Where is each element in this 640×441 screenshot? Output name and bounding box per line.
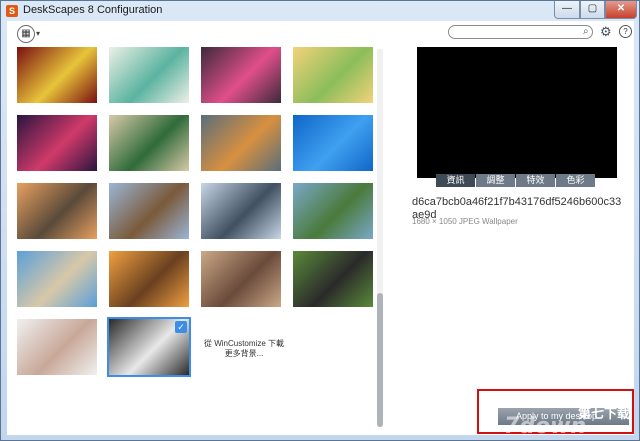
view-menu-icon[interactable]: ▦ bbox=[17, 25, 35, 43]
wallpaper-thumbnail[interactable]: ✓ bbox=[107, 317, 191, 377]
tab-adjust[interactable]: 調整 bbox=[476, 174, 515, 187]
tab-info[interactable]: 資訊 bbox=[436, 174, 475, 187]
wallpaper-thumbnail[interactable] bbox=[293, 47, 373, 103]
watermark-domain: 7down bbox=[504, 414, 587, 435]
wallpaper-thumbnail[interactable] bbox=[17, 115, 97, 171]
watermark-site: 第七下载 bbox=[578, 407, 631, 422]
window-title: DeskScapes 8 Configuration bbox=[23, 4, 163, 16]
wallpaper-thumbnail[interactable] bbox=[17, 47, 97, 103]
close-button[interactable]: ✕ bbox=[605, 1, 637, 19]
chevron-down-icon[interactable]: ▾ bbox=[36, 29, 40, 38]
title-bar: S DeskScapes 8 Configuration — ▢ ✕ bbox=[1, 1, 639, 21]
tab-effects[interactable]: 特效 bbox=[516, 174, 555, 187]
minimize-button[interactable]: — bbox=[554, 1, 580, 19]
wallpaper-thumbnail[interactable] bbox=[293, 251, 373, 307]
search-icon[interactable]: ⌕ bbox=[583, 26, 589, 37]
wallpaper-thumbnail[interactable] bbox=[201, 251, 281, 307]
wallpaper-thumbnail[interactable] bbox=[17, 251, 97, 307]
client-area: ▦ ▾ 從 WinCustomize 下載更多背景... ✓ ⌕ ⚙ ? 資訊 … bbox=[7, 21, 634, 435]
gear-icon[interactable]: ⚙ bbox=[600, 24, 612, 40]
scrollbar-thumb[interactable] bbox=[377, 293, 383, 427]
wallpaper-thumbnail[interactable] bbox=[109, 251, 189, 307]
more-backgrounds-link[interactable]: 從 WinCustomize 下載更多背景... bbox=[201, 339, 287, 359]
wallpaper-thumbnail[interactable] bbox=[109, 183, 189, 239]
wallpaper-thumbnail[interactable] bbox=[109, 115, 189, 171]
wallpaper-thumbnail[interactable] bbox=[17, 319, 97, 375]
maximize-button[interactable]: ▢ bbox=[580, 1, 605, 19]
wallpaper-info: 1680 × 1050 JPEG Wallpaper bbox=[412, 217, 518, 226]
wallpaper-thumbnail[interactable] bbox=[17, 183, 97, 239]
help-icon[interactable]: ? bbox=[619, 25, 632, 38]
wallpaper-thumbnail[interactable] bbox=[201, 115, 281, 171]
checkmark-icon: ✓ bbox=[175, 321, 187, 333]
tab-color[interactable]: 色彩 bbox=[556, 174, 595, 187]
wallpaper-thumbnail[interactable] bbox=[293, 115, 373, 171]
app-window: S DeskScapes 8 Configuration — ▢ ✕ ▦ ▾ 從… bbox=[0, 0, 640, 441]
wallpaper-thumbnail[interactable] bbox=[201, 183, 281, 239]
app-icon: S bbox=[6, 5, 18, 17]
wallpaper-thumbnail[interactable] bbox=[109, 47, 189, 103]
wallpaper-thumbnail[interactable] bbox=[293, 183, 373, 239]
wallpaper-gallery: ▦ ▾ 從 WinCustomize 下載更多背景... ✓ bbox=[7, 21, 387, 435]
wallpaper-thumbnail[interactable] bbox=[201, 47, 281, 103]
wallpaper-preview bbox=[417, 47, 617, 178]
search-input[interactable] bbox=[448, 25, 593, 39]
